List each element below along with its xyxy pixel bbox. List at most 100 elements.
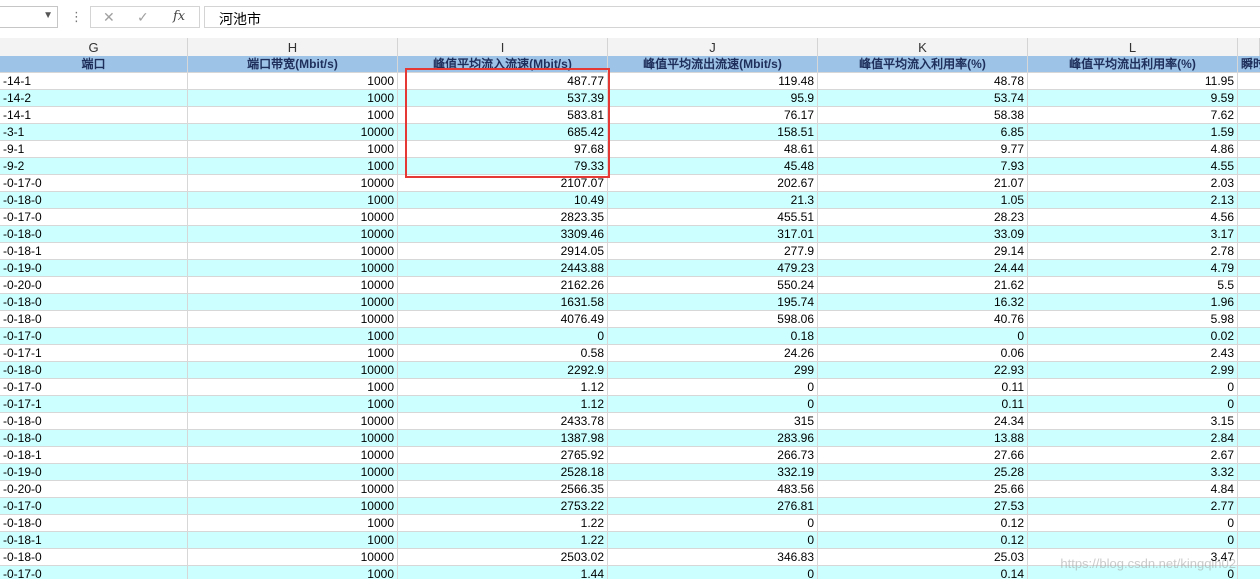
table-cell[interactable]: 1.96 [1028, 294, 1238, 311]
table-cell[interactable]: 2566.35 [398, 481, 608, 498]
table-cell[interactable] [1238, 328, 1260, 345]
table-cell[interactable]: 25.03 [818, 549, 1028, 566]
table-cell[interactable]: 6.85 [818, 124, 1028, 141]
table-cell[interactable]: 276.81 [608, 498, 818, 515]
table-cell[interactable] [1238, 464, 1260, 481]
table-cell[interactable]: -0-18-0 [0, 192, 188, 209]
table-cell[interactable]: 0.11 [818, 396, 1028, 413]
table-cell[interactable]: -0-17-0 [0, 379, 188, 396]
table-cell[interactable]: 1000 [188, 328, 398, 345]
column-header-j[interactable]: J [608, 38, 818, 56]
table-cell[interactable]: 4076.49 [398, 311, 608, 328]
table-cell[interactable] [1238, 243, 1260, 260]
table-cell[interactable]: 0.12 [818, 515, 1028, 532]
table-cell[interactable]: 1000 [188, 566, 398, 579]
table-cell[interactable]: 2528.18 [398, 464, 608, 481]
table-cell[interactable]: 1.22 [398, 515, 608, 532]
table-cell[interactable]: 4.86 [1028, 141, 1238, 158]
table-cell[interactable]: 3.32 [1028, 464, 1238, 481]
table-cell[interactable]: 24.34 [818, 413, 1028, 430]
table-cell[interactable]: 2107.07 [398, 175, 608, 192]
name-box[interactable]: ▼ [0, 6, 58, 28]
table-cell[interactable]: 10000 [188, 260, 398, 277]
check-icon[interactable]: ✓ [137, 9, 149, 26]
table-cell[interactable] [1238, 175, 1260, 192]
table-cell[interactable]: 0 [608, 566, 818, 579]
table-cell[interactable]: 1.12 [398, 379, 608, 396]
table-cell[interactable]: 5.98 [1028, 311, 1238, 328]
table-cell[interactable]: 2292.9 [398, 362, 608, 379]
table-cell[interactable]: 483.56 [608, 481, 818, 498]
table-cell[interactable]: 10000 [188, 294, 398, 311]
table-cell[interactable]: 21.3 [608, 192, 818, 209]
table-cell[interactable]: 332.19 [608, 464, 818, 481]
table-cell[interactable]: 10000 [188, 413, 398, 430]
column-header-l[interactable]: L [1028, 38, 1238, 56]
table-cell[interactable] [1238, 549, 1260, 566]
table-cell[interactable]: 48.61 [608, 141, 818, 158]
table-cell[interactable]: 7.62 [1028, 107, 1238, 124]
table-cell[interactable]: 0 [1028, 515, 1238, 532]
column-header-k[interactable]: K [818, 38, 1028, 56]
table-cell[interactable]: 2.99 [1028, 362, 1238, 379]
table-cell[interactable] [1238, 192, 1260, 209]
cancel-icon[interactable]: ✕ [103, 9, 115, 26]
table-cell[interactable]: 10000 [188, 362, 398, 379]
table-cell[interactable]: -0-17-1 [0, 396, 188, 413]
table-cell[interactable]: 10000 [188, 549, 398, 566]
table-cell[interactable]: 1000 [188, 73, 398, 90]
table-cell[interactable]: 1000 [188, 532, 398, 549]
table-cell[interactable]: -0-17-0 [0, 498, 188, 515]
table-cell[interactable] [1238, 396, 1260, 413]
table-cell[interactable]: -14-1 [0, 107, 188, 124]
table-cell[interactable]: 27.66 [818, 447, 1028, 464]
table-cell[interactable] [1238, 515, 1260, 532]
table-cell[interactable]: 1000 [188, 192, 398, 209]
table-cell[interactable]: 1000 [188, 90, 398, 107]
header-cell-peak-out-util[interactable]: 峰值平均流出利用率(%) [1028, 56, 1238, 73]
table-cell[interactable]: 0 [608, 515, 818, 532]
table-cell[interactable]: 0 [608, 396, 818, 413]
table-cell[interactable]: 16.32 [818, 294, 1028, 311]
formula-input[interactable]: 河池市 [204, 6, 1260, 28]
table-cell[interactable]: 283.96 [608, 430, 818, 447]
table-cell[interactable]: 119.48 [608, 73, 818, 90]
table-cell[interactable]: 195.74 [608, 294, 818, 311]
table-cell[interactable]: 10000 [188, 243, 398, 260]
table-cell[interactable] [1238, 379, 1260, 396]
table-cell[interactable]: 28.23 [818, 209, 1028, 226]
table-cell[interactable]: -0-17-0 [0, 175, 188, 192]
table-cell[interactable]: 1000 [188, 158, 398, 175]
table-cell[interactable]: 7.93 [818, 158, 1028, 175]
table-cell[interactable]: 583.81 [398, 107, 608, 124]
table-cell[interactable]: 2.78 [1028, 243, 1238, 260]
table-cell[interactable]: 97.68 [398, 141, 608, 158]
table-cell[interactable]: 346.83 [608, 549, 818, 566]
header-cell-peak-in-util[interactable]: 峰值平均流入利用率(%) [818, 56, 1028, 73]
table-cell[interactable]: 1000 [188, 396, 398, 413]
table-cell[interactable]: 487.77 [398, 73, 608, 90]
table-cell[interactable]: 10000 [188, 447, 398, 464]
table-cell[interactable]: 2753.22 [398, 498, 608, 515]
table-cell[interactable]: 685.42 [398, 124, 608, 141]
table-cell[interactable]: 0 [1028, 396, 1238, 413]
table-cell[interactable]: 10000 [188, 464, 398, 481]
table-cell[interactable]: 10.49 [398, 192, 608, 209]
table-cell[interactable]: 1000 [188, 345, 398, 362]
table-cell[interactable]: 10000 [188, 277, 398, 294]
table-cell[interactable]: 79.33 [398, 158, 608, 175]
table-cell[interactable]: 21.62 [818, 277, 1028, 294]
table-cell[interactable] [1238, 345, 1260, 362]
table-cell[interactable]: 10000 [188, 175, 398, 192]
table-cell[interactable]: 0 [1028, 532, 1238, 549]
table-cell[interactable]: 2.67 [1028, 447, 1238, 464]
table-cell[interactable]: 3.17 [1028, 226, 1238, 243]
table-cell[interactable]: 1.44 [398, 566, 608, 579]
table-cell[interactable]: 277.9 [608, 243, 818, 260]
table-cell[interactable]: 0.12 [818, 532, 1028, 549]
table-cell[interactable]: 3309.46 [398, 226, 608, 243]
table-cell[interactable]: 21.07 [818, 175, 1028, 192]
column-header-m[interactable] [1238, 38, 1260, 56]
table-cell[interactable]: -0-18-0 [0, 362, 188, 379]
table-cell[interactable]: 299 [608, 362, 818, 379]
